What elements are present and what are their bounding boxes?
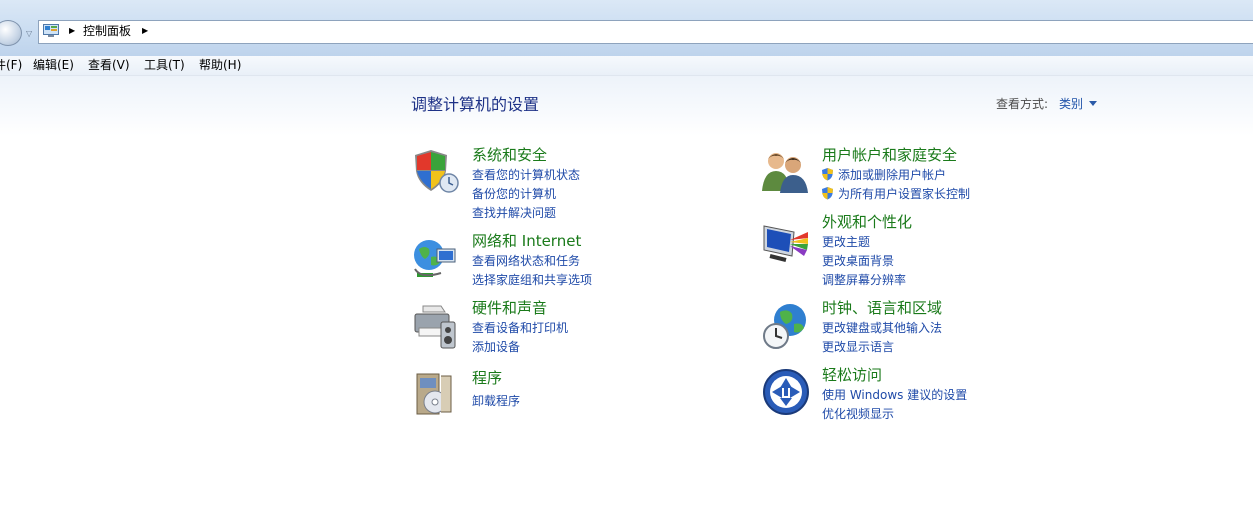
link-troubleshoot[interactable]: 查找并解决问题 — [472, 206, 556, 221]
category-clock-region[interactable]: 时钟、语言和区域 — [822, 299, 942, 318]
breadcrumb-control-panel[interactable]: 控制面板 — [83, 24, 131, 39]
address-bar: ▽ ▶ 控制面板 ▶ — [0, 0, 1253, 57]
printer-icon[interactable] — [411, 302, 459, 350]
back-button[interactable] — [0, 20, 22, 46]
link-homegroup-sharing[interactable]: 选择家庭组和共享选项 — [472, 273, 592, 288]
link-uninstall-program[interactable]: 卸载程序 — [472, 394, 520, 409]
control-panel-icon — [43, 24, 59, 37]
link-backup-computer[interactable]: 备份您的计算机 — [472, 187, 556, 202]
link-change-desktop-background[interactable]: 更改桌面背景 — [822, 254, 894, 269]
menu-view[interactable]: 查看(V) — [88, 57, 130, 73]
network-globe-icon[interactable] — [411, 235, 459, 283]
link-view-computer-status[interactable]: 查看您的计算机状态 — [472, 168, 580, 183]
link-add-remove-accounts[interactable]: 添加或删除用户帐户 — [838, 168, 946, 183]
link-devices-printers[interactable]: 查看设备和打印机 — [472, 321, 568, 336]
view-by-dropdown[interactable]: 类别 — [1059, 97, 1083, 112]
ease-of-access-icon[interactable] — [762, 368, 810, 416]
uac-shield-icon — [822, 168, 833, 181]
category-ease-of-access[interactable]: 轻松访问 — [822, 366, 882, 385]
address-box[interactable]: ▶ 控制面板 ▶ — [38, 20, 1253, 44]
menu-help[interactable]: 帮助(H) — [199, 57, 241, 73]
uac-shield-icon — [822, 187, 833, 200]
link-change-keyboard[interactable]: 更改键盘或其他输入法 — [822, 321, 942, 336]
users-icon[interactable] — [762, 147, 810, 195]
breadcrumb-separator-icon[interactable]: ▶ — [69, 26, 75, 35]
category-programs[interactable]: 程序 — [472, 369, 502, 388]
recent-pages-dropdown-icon[interactable]: ▽ — [26, 30, 32, 38]
monitor-palette-icon[interactable] — [762, 218, 810, 266]
link-add-device[interactable]: 添加设备 — [472, 340, 520, 355]
menu-tools[interactable]: 工具(T) — [144, 57, 185, 73]
programs-box-icon[interactable] — [411, 370, 459, 418]
menu-bar: 件(F) 编辑(E) 查看(V) 工具(T) 帮助(H) — [0, 56, 1253, 76]
link-parental-controls[interactable]: 为所有用户设置家长控制 — [838, 187, 970, 202]
view-by-label: 查看方式: — [996, 97, 1049, 111]
category-appearance[interactable]: 外观和个性化 — [822, 213, 912, 232]
breadcrumb-separator-icon[interactable]: ▶ — [142, 26, 148, 35]
category-network-internet[interactable]: 网络和 Internet — [472, 232, 581, 251]
link-adjust-resolution[interactable]: 调整屏幕分辨率 — [822, 273, 906, 288]
clock-globe-icon[interactable] — [762, 302, 810, 350]
link-network-status[interactable]: 查看网络状态和任务 — [472, 254, 580, 269]
category-user-accounts[interactable]: 用户帐户和家庭安全 — [822, 146, 957, 165]
dropdown-arrow-icon[interactable] — [1089, 101, 1097, 106]
shield-icon[interactable] — [411, 147, 459, 195]
page-title: 调整计算机的设置 — [411, 95, 540, 114]
link-change-theme[interactable]: 更改主题 — [822, 235, 870, 250]
category-system-security[interactable]: 系统和安全 — [472, 146, 547, 165]
link-optimize-display[interactable]: 优化视频显示 — [822, 407, 894, 422]
link-windows-recommended-settings[interactable]: 使用 Windows 建议的设置 — [822, 388, 967, 403]
menu-file[interactable]: 件(F) — [0, 57, 22, 73]
category-hardware-sound[interactable]: 硬件和声音 — [472, 299, 547, 318]
link-change-display-language[interactable]: 更改显示语言 — [822, 340, 894, 355]
menu-edit[interactable]: 编辑(E) — [33, 57, 74, 73]
